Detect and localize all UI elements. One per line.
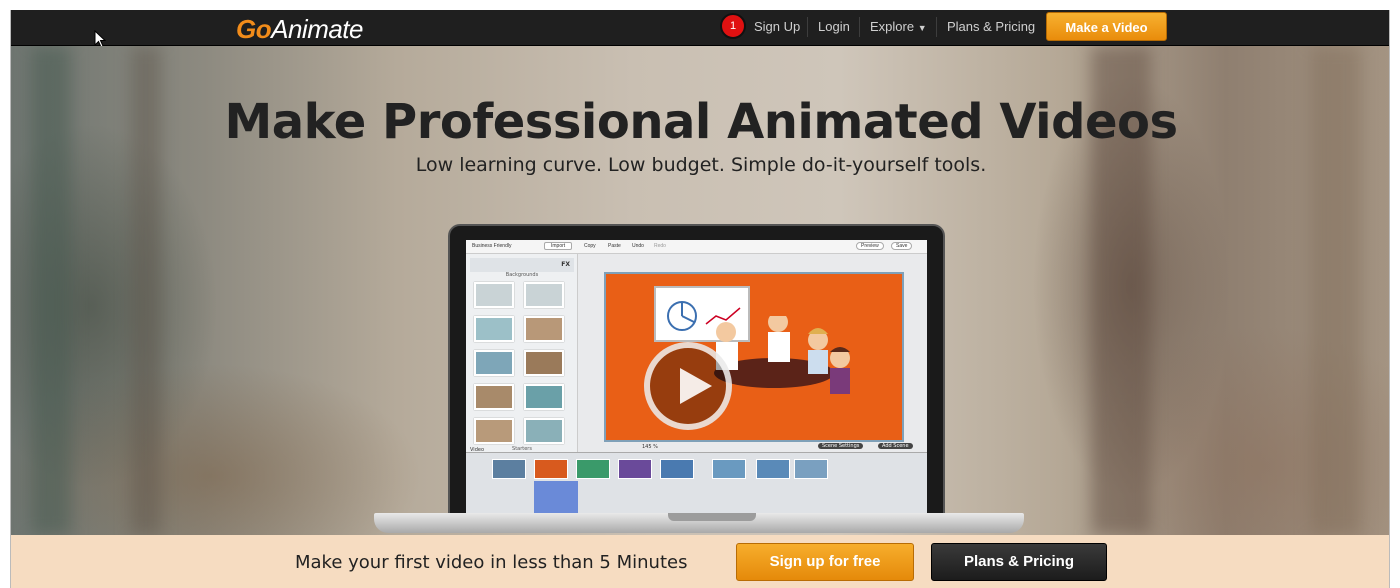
scene-settings-button: Scene Settings: [818, 443, 864, 449]
timeline-clip: [712, 459, 746, 479]
background-thumbnail: [474, 316, 514, 342]
logo-animate-text: Animate: [271, 14, 363, 44]
background-thumbnail: [474, 384, 514, 410]
nav-signup-link[interactable]: Sign Up: [754, 19, 800, 34]
background-thumbnail: [474, 282, 514, 308]
fx-tab: FX: [561, 261, 570, 268]
hero-title: Make Professional Animated Videos: [224, 94, 1178, 150]
nav-divider: [936, 17, 937, 37]
background-thumbnail: [524, 350, 564, 376]
timeline-playhead-selection: [534, 481, 578, 514]
background-thumbnail: [524, 418, 564, 444]
asset-category-tabs: FX: [470, 258, 574, 272]
copy-button: Copy: [584, 243, 596, 249]
nav-login-link[interactable]: Login: [818, 19, 850, 34]
cta-text: Make your first video in less than 5 Min…: [295, 552, 688, 573]
zoom-level: 145 %: [642, 444, 658, 450]
hero-section: Make Professional Animated Videos Low le…: [11, 46, 1389, 535]
asset-panel: FX Backgrounds Starters: [466, 254, 578, 454]
step-badge: 1: [720, 13, 746, 39]
laptop-illustration: Business Friendly Import Copy Paste Undo…: [448, 224, 945, 524]
timeline-clip: [794, 459, 828, 479]
goanimate-logo[interactable]: GoAnimate: [236, 14, 363, 45]
scene-stage: [604, 272, 904, 442]
import-button: Import: [544, 242, 573, 250]
timeline: Video: [466, 447, 927, 514]
app-toolbar: Business Friendly Import Copy Paste Undo…: [466, 240, 927, 254]
play-icon[interactable]: [644, 342, 732, 430]
undo-button: Undo: [632, 243, 644, 249]
theme-select: Business Friendly: [472, 243, 512, 249]
plans-pricing-button[interactable]: Plans & Pricing: [931, 543, 1107, 581]
background-thumbnail: [524, 384, 564, 410]
video-player[interactable]: Business Friendly Import Copy Paste Undo…: [466, 240, 927, 514]
nav-plans-link[interactable]: Plans & Pricing: [947, 19, 1035, 34]
redo-button: Redo: [654, 243, 666, 249]
background-thumbnail: [524, 316, 564, 342]
background-thumbnail: [524, 282, 564, 308]
timeline-clip: [534, 459, 568, 479]
timeline-video-label: Video: [470, 447, 485, 453]
timeline-clip: [660, 459, 694, 479]
hero-subtitle: Low learning curve. Low budget. Simple d…: [415, 154, 987, 176]
nav-divider: [859, 17, 860, 37]
browser-viewport: GoAnimate 1 Sign Up Login Explore ▼ Plan…: [10, 10, 1390, 588]
timeline-clip: [492, 459, 526, 479]
make-a-video-button[interactable]: Make a Video: [1046, 12, 1167, 41]
paste-button: Paste: [608, 243, 621, 249]
nav-divider: [807, 17, 808, 37]
background-thumbnail: [474, 350, 514, 376]
cta-bar: Make your first video in less than 5 Min…: [11, 535, 1389, 588]
laptop-notch: [668, 513, 756, 521]
background-thumbnail: [474, 418, 514, 444]
nav-explore-label: Explore: [870, 19, 915, 34]
preview-button: Preview: [856, 242, 884, 250]
logo-go-text: Go: [236, 14, 272, 44]
timeline-clip: [618, 459, 652, 479]
save-button: Save: [891, 242, 913, 250]
top-navbar: GoAnimate 1 Sign Up Login Explore ▼ Plan…: [11, 10, 1389, 48]
timeline-clip: [576, 459, 610, 479]
backgrounds-label: Backgrounds: [505, 272, 539, 278]
add-scene-button: Add Scene: [878, 443, 913, 449]
chevron-down-icon: ▼: [917, 23, 927, 33]
stage-controls: 145 % Scene Settings Add Scene: [582, 443, 922, 452]
timeline-clip: [756, 459, 790, 479]
sign-up-free-button[interactable]: Sign up for free: [736, 543, 914, 581]
nav-explore-dropdown[interactable]: Explore ▼: [870, 19, 927, 34]
